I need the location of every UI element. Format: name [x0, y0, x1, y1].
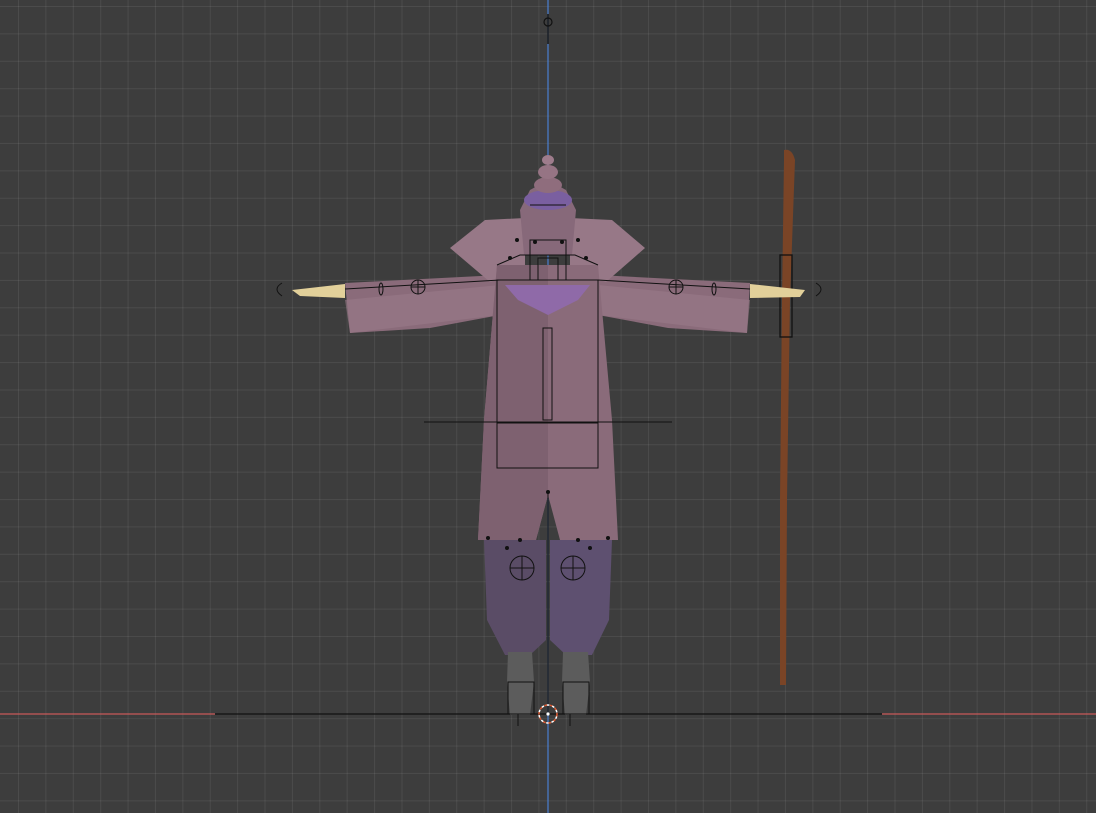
left-boot	[507, 652, 534, 715]
staff-object[interactable]	[779, 149, 795, 685]
right-boot	[562, 652, 590, 715]
right-pant-leg	[550, 540, 612, 655]
root-bone-marker[interactable]	[543, 14, 553, 44]
left-hand	[292, 284, 345, 298]
viewport-scene	[0, 0, 1096, 813]
3d-viewport[interactable]	[0, 0, 1096, 813]
right-hand	[750, 284, 805, 298]
left-pant-leg	[484, 540, 546, 655]
